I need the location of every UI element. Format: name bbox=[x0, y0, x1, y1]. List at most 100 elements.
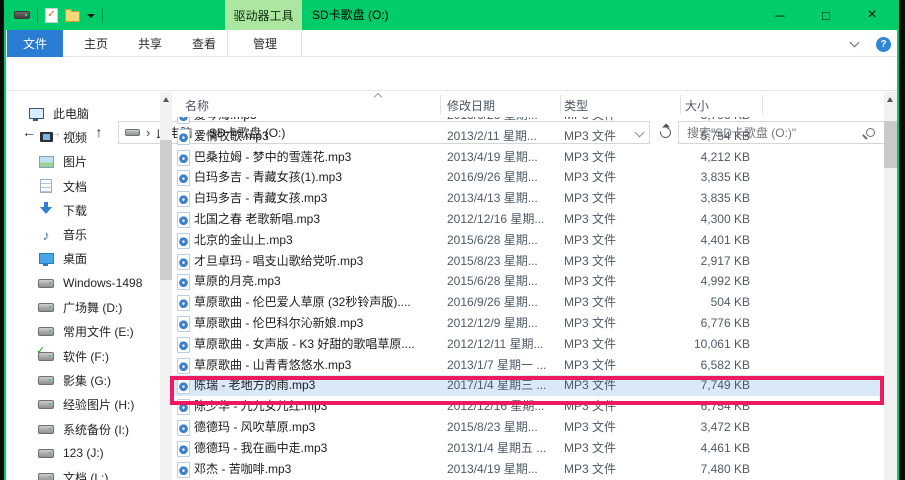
sidebar-item-drive-文档(L:)[interactable]: 文档 (L:) bbox=[0, 465, 160, 480]
sidebar-item-desktop-桌面[interactable]: 桌面 bbox=[0, 247, 160, 271]
sidebar-item-this-pc-此电脑[interactable]: 此电脑 bbox=[0, 101, 160, 125]
help-icon[interactable]: ? bbox=[876, 37, 891, 52]
sidebar-item-documents-文档[interactable]: 文档 bbox=[0, 174, 160, 198]
table-row[interactable]: 草原歌曲 - 女声版 - K3 好甜的歌唱草原.... 2012/12/11 星… bbox=[172, 334, 884, 355]
table-row[interactable]: 爱琴海.mp3 2013/6/28 星期... MP3 文件 3,793 KB bbox=[172, 117, 884, 126]
filelist-scrollbar[interactable] bbox=[884, 92, 897, 480]
table-row[interactable]: 草原的月亮.mp3 2015/6/28 星期... MP3 文件 4,992 K… bbox=[172, 271, 884, 292]
minimize-button[interactable]: ─ bbox=[757, 0, 803, 30]
file-name: 爱情牧歌.mp3 bbox=[194, 128, 269, 143]
file-date: 2015/8/23 星期... bbox=[447, 420, 538, 434]
close-button[interactable]: × bbox=[849, 0, 895, 30]
scrollbar-thumb[interactable] bbox=[160, 140, 172, 280]
mp3-file-icon bbox=[177, 170, 190, 187]
drive-icon bbox=[38, 300, 54, 316]
maximize-button[interactable]: □ bbox=[803, 0, 849, 30]
sidebar-item-drive-Windows-1498[interactable]: Windows-1498 bbox=[0, 271, 160, 295]
sidebar-item-drive-系统备份(I:)[interactable]: 系统备份 (I:) bbox=[0, 417, 160, 441]
mp3-file-icon bbox=[177, 253, 190, 270]
sidebar-item-downloads-下载[interactable]: 下载 bbox=[0, 198, 160, 222]
table-row[interactable]: 草原歌曲 - 伦巴科尔沁新娘.mp3 2012/12/9 星期... MP3 文… bbox=[172, 313, 884, 334]
mp3-file-icon bbox=[177, 336, 190, 353]
drive-icon bbox=[38, 324, 54, 340]
tab-home[interactable]: 主页 bbox=[73, 30, 119, 57]
properties-check-icon[interactable]: ✓ bbox=[45, 7, 58, 23]
column-divider[interactable] bbox=[440, 95, 441, 114]
table-row[interactable]: 草原歌曲 - 山青青悠悠水.mp3 2013/1/7 星期一 ... MP3 文… bbox=[172, 355, 884, 376]
column-divider[interactable] bbox=[762, 95, 763, 114]
drive-icon bbox=[38, 445, 54, 461]
table-row[interactable]: 白玛多吉 - 青藏女孩.mp3 2013/4/13 星期... MP3 文件 3… bbox=[172, 188, 884, 209]
file-size: 3,472 KB bbox=[700, 420, 750, 434]
tab-view[interactable]: 查看 bbox=[181, 30, 227, 57]
file-name: 白玛多吉 - 青藏女孩(1).mp3 bbox=[194, 170, 343, 185]
file-size: 3,835 KB bbox=[700, 191, 750, 206]
mp3-file-icon bbox=[177, 128, 190, 145]
table-row[interactable]: 陈少华 - 九九女儿红.mp3 2012/12/16 星期... MP3 文件 … bbox=[172, 396, 884, 417]
drive-icon bbox=[38, 275, 54, 291]
mp3-file-icon bbox=[177, 420, 190, 436]
documents-icon bbox=[38, 178, 54, 194]
file-date: 2012/12/16 星期... bbox=[447, 399, 545, 414]
mp3-file-icon bbox=[177, 149, 190, 166]
sidebar-item-drive-广场舞(D:)[interactable]: 广场舞 (D:) bbox=[0, 295, 160, 319]
ribbon-tabstrip: 文件 主页 共享 查看 管理 bbox=[0, 30, 905, 57]
table-row[interactable]: 邓杰 - 苦咖啡.mp3 2013/4/19 星期... MP3 文件 7,48… bbox=[172, 459, 884, 480]
sidebar-item-drive-常用文件(E:)[interactable]: 常用文件 (E:) bbox=[0, 320, 160, 344]
column-header-type[interactable]: 类型 bbox=[564, 97, 588, 114]
sidebar-item-drive-check-软件(F:)[interactable]: 软件 (F:) bbox=[0, 344, 160, 368]
sidebar-item-drive-经验图片(H:)[interactable]: 经验图片 (H:) bbox=[0, 393, 160, 417]
table-row[interactable]: 北京的金山上.mp3 2015/6/28 星期... MP3 文件 4,401 … bbox=[172, 230, 884, 251]
table-row[interactable]: 白玛多吉 - 青藏女孩(1).mp3 2016/9/26 星期... MP3 文… bbox=[172, 167, 884, 188]
table-row[interactable]: 爱情牧歌.mp3 2013/2/11 星期... MP3 文件 5,754 KB bbox=[172, 126, 884, 147]
file-name: 草原歌曲 - 伦巴科尔沁新娘.mp3 bbox=[194, 316, 364, 330]
drive-icon bbox=[38, 397, 54, 413]
column-divider[interactable] bbox=[680, 95, 681, 114]
file-date: 2017/1/4 星期三 ... bbox=[447, 378, 547, 393]
sidebar-item-music-音乐[interactable]: ♪ 音乐 bbox=[0, 222, 160, 246]
scroll-up-icon bbox=[887, 97, 893, 102]
drive-icon[interactable] bbox=[14, 11, 30, 19]
table-row[interactable]: 才旦卓玛 - 唱支山歌给党听.mp3 2015/8/23 星期... MP3 文… bbox=[172, 251, 884, 272]
pictures-icon bbox=[38, 154, 54, 170]
table-row-selected[interactable]: 陈瑞 - 老地方的雨.mp3 2017/1/4 星期三 ... MP3 文件 7… bbox=[172, 375, 884, 397]
explorer-window: ✓ 驱动器工具 SD卡歌盘 (O:) ─ □ × 文件 主页 共享 查看 管理 … bbox=[0, 0, 905, 480]
mp3-file-icon bbox=[177, 274, 190, 291]
table-row[interactable]: 北国之春 老歌新唱.mp3 2012/12/16 星期... MP3 文件 4,… bbox=[172, 209, 884, 230]
tab-file[interactable]: 文件 bbox=[7, 30, 63, 57]
sidebar-item-drive-123(J:)[interactable]: 123 (J:) bbox=[0, 441, 160, 465]
file-list: 爱琴海.mp3 2013/6/28 星期... MP3 文件 3,793 KB … bbox=[172, 117, 884, 480]
file-name: 陈少华 - 九九女儿红.mp3 bbox=[194, 399, 328, 414]
expand-ribbon-chevron-icon[interactable] bbox=[849, 37, 860, 48]
scroll-up-icon bbox=[163, 97, 169, 102]
file-date: 2013/4/19 星期... bbox=[447, 149, 538, 164]
mp3-file-icon bbox=[177, 357, 190, 374]
file-date: 2013/1/7 星期一 ... bbox=[447, 357, 547, 372]
table-row[interactable]: 德德玛 - 我在画中走.mp3 2013/1/4 星期五 ... MP3 文件 … bbox=[172, 438, 884, 459]
column-header-date[interactable]: 修改日期 bbox=[447, 97, 495, 114]
tab-share[interactable]: 共享 bbox=[127, 30, 173, 57]
sidebar-item-drive-影集(G:)[interactable]: 影集 (G:) bbox=[0, 368, 160, 392]
sidebar-item-videos-视频[interactable]: 视频 bbox=[0, 125, 160, 149]
divider bbox=[301, 30, 302, 57]
tab-manage[interactable]: 管理 bbox=[240, 30, 290, 57]
qat-dropdown-icon[interactable] bbox=[87, 14, 95, 18]
mp3-file-icon bbox=[177, 295, 190, 312]
scrollbar-thumb[interactable] bbox=[884, 121, 897, 168]
drive-icon bbox=[38, 421, 54, 437]
mp3-file-icon bbox=[177, 117, 190, 124]
column-divider[interactable] bbox=[560, 95, 561, 114]
contextual-tab-drive-tools[interactable]: 驱动器工具 bbox=[225, 0, 302, 30]
music-icon: ♪ bbox=[42, 226, 50, 243]
table-row[interactable]: 巴桑拉姆 - 梦中的雪莲花.mp3 2013/4/19 星期... MP3 文件… bbox=[172, 147, 884, 168]
column-header-size[interactable]: 大小 bbox=[685, 97, 709, 114]
file-size: 4,461 KB bbox=[700, 440, 750, 455]
file-name: 草原歌曲 - 女声版 - K3 好甜的歌唱草原.... bbox=[194, 336, 415, 351]
column-header-name[interactable]: 名称 bbox=[185, 97, 209, 114]
mp3-file-icon bbox=[177, 399, 190, 416]
new-folder-icon[interactable] bbox=[65, 8, 80, 22]
table-row[interactable]: 草原歌曲 - 伦巴爱人草原 (32秒铃声版).... 2016/9/26 星期.… bbox=[172, 292, 884, 313]
table-row[interactable]: 德德玛 - 风吹草原.mp3 2015/8/23 星期... MP3 文件 3,… bbox=[172, 417, 884, 438]
sidebar-scrollbar[interactable] bbox=[160, 92, 172, 480]
sidebar-item-pictures-图片[interactable]: 图片 bbox=[0, 150, 160, 174]
